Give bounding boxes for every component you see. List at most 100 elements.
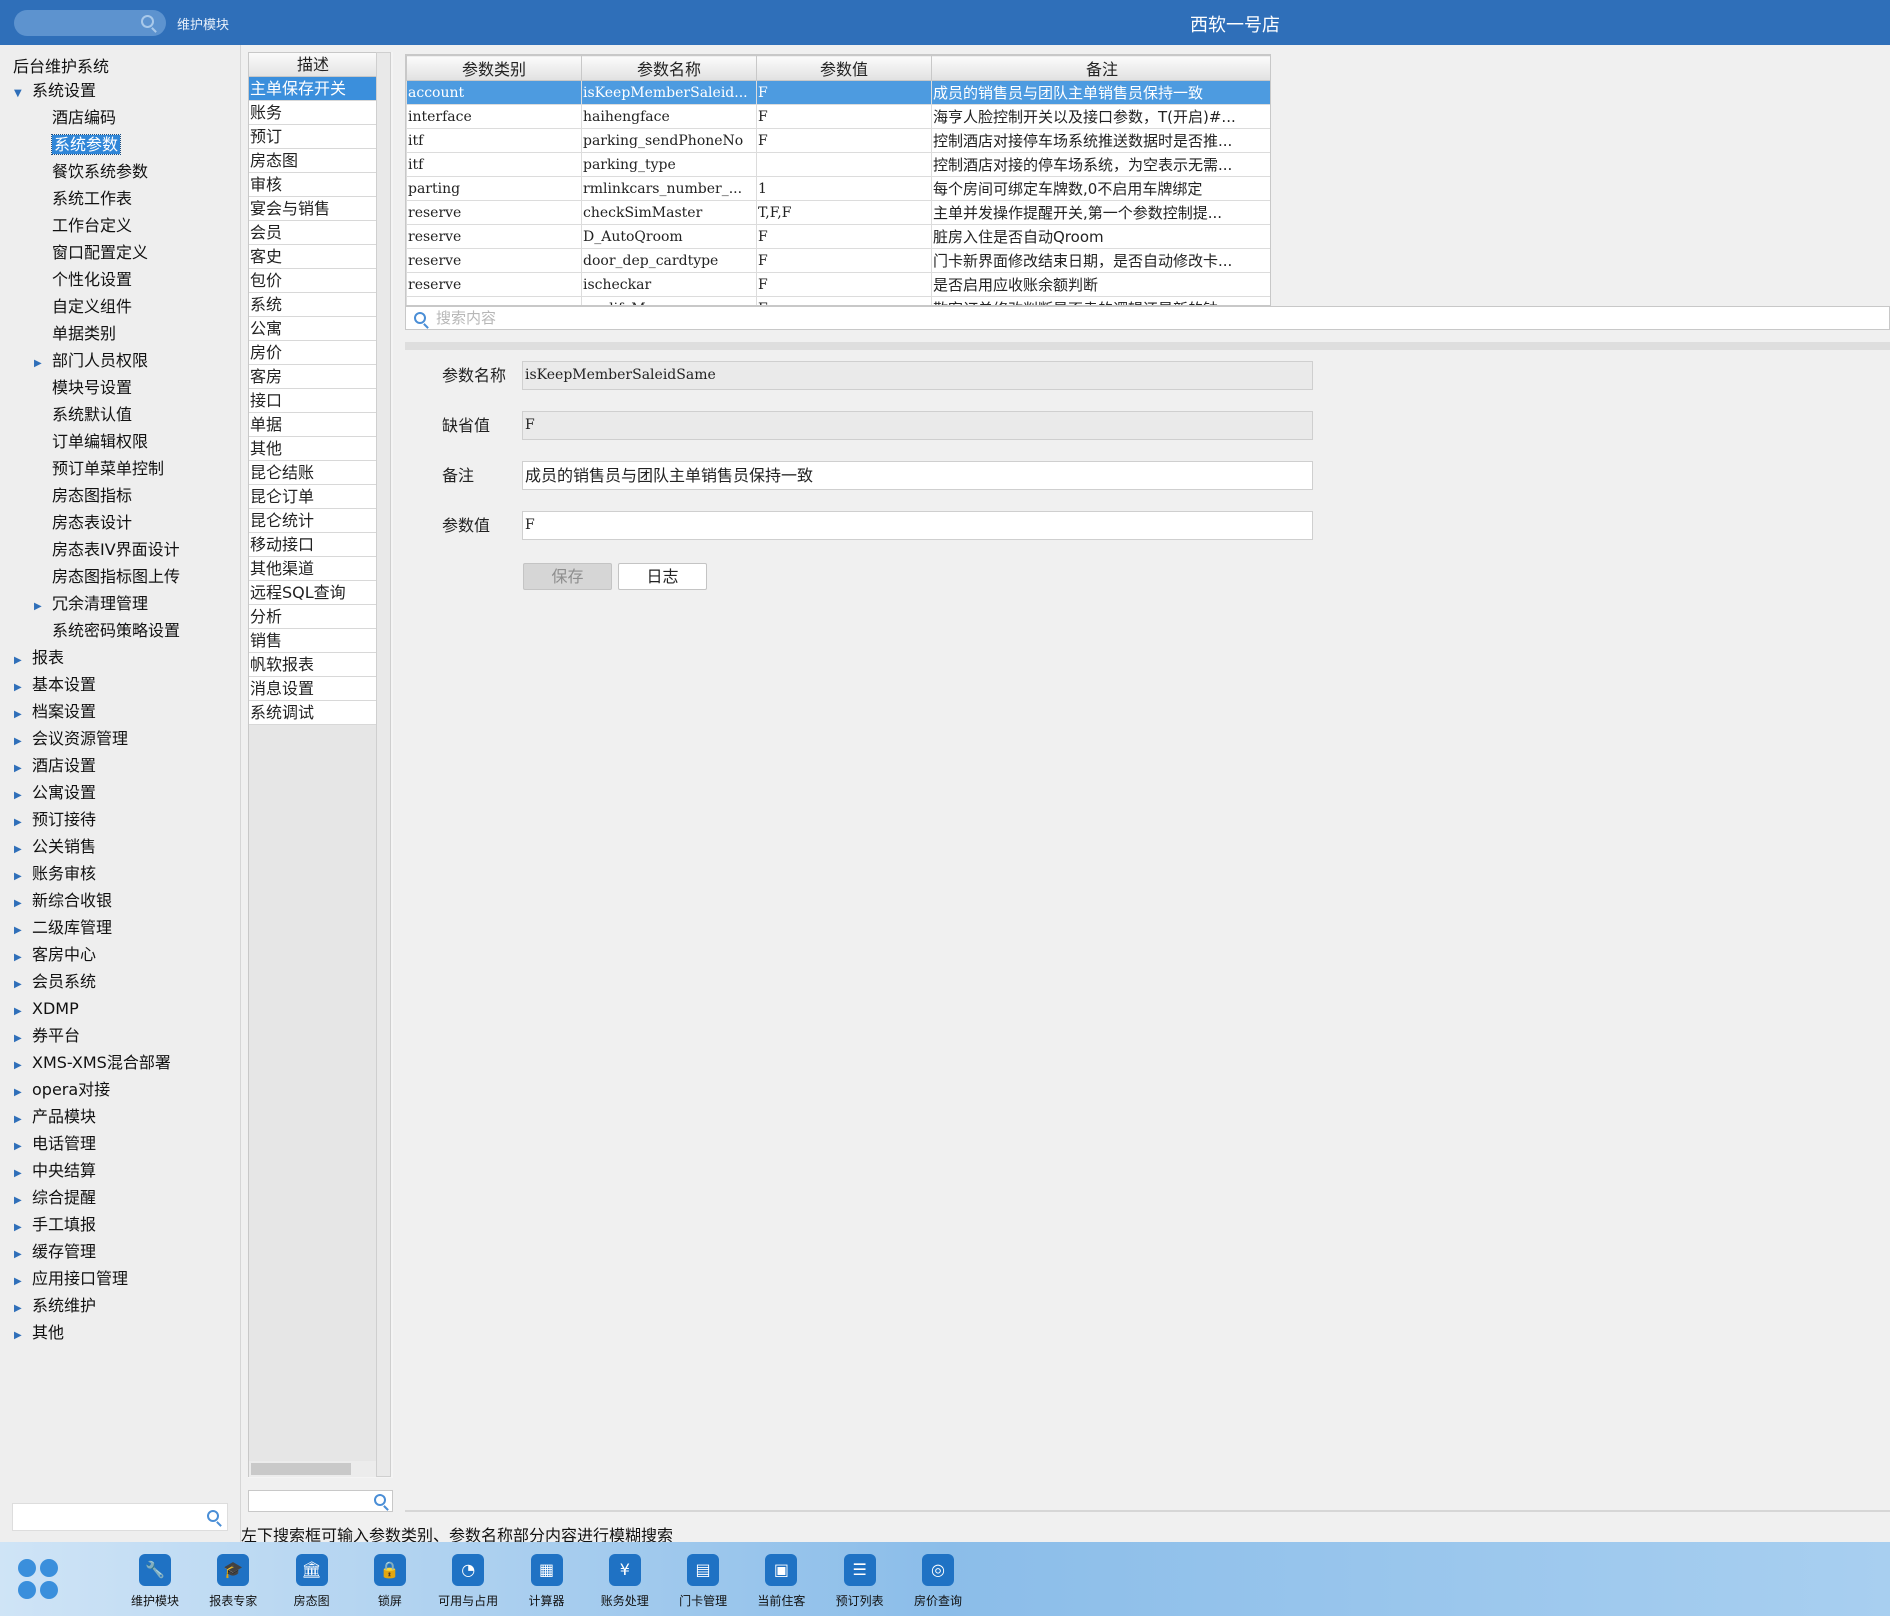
sidebar-item[interactable]: ▶ 系统维护 bbox=[14, 1294, 96, 1318]
sidebar-item[interactable]: ▶ 基本设置 bbox=[14, 673, 96, 697]
sidebar-item[interactable]: ▶ 中央结算 bbox=[14, 1159, 96, 1183]
save-button[interactable]: 保存 bbox=[523, 563, 612, 590]
category-item[interactable]: 销售 bbox=[249, 629, 377, 653]
category-item[interactable]: 远程SQL查询 bbox=[249, 581, 377, 605]
category-item[interactable]: 宴会与销售 bbox=[249, 197, 377, 221]
collapsed-arrow-icon[interactable]: ▶ bbox=[14, 730, 26, 754]
table-row[interactable]: itf parking_type 控制酒店对接的停车场系统，为空表示无需... bbox=[406, 152, 1270, 177]
expanded-arrow-icon[interactable]: ▼ bbox=[14, 82, 26, 106]
category-item[interactable]: 会员 bbox=[249, 221, 377, 245]
category-item[interactable]: 昆仑统计 bbox=[249, 509, 377, 533]
sidebar-item[interactable]: ▶ 综合提醒 bbox=[14, 1186, 96, 1210]
taskbar-item[interactable]: 🎓 报表专家 bbox=[198, 1554, 268, 1609]
category-item[interactable]: 系统调试 bbox=[249, 701, 377, 725]
document-list-icon[interactable]: ☰ bbox=[843, 1554, 876, 1586]
table-row[interactable]: reserve checkSimMaster T,F,F 主单并发操作提醒开关,第一个… bbox=[406, 200, 1270, 225]
table-row[interactable]: reserve door_dep_cardtype F 门卡新界面修改结束日期，是否自… bbox=[406, 248, 1270, 273]
category-item[interactable]: 其他渠道 bbox=[249, 557, 377, 581]
params-search-input[interactable] bbox=[436, 308, 1036, 328]
collapsed-arrow-icon[interactable]: ▶ bbox=[14, 838, 26, 862]
category-item[interactable]: 房态图 bbox=[249, 149, 377, 173]
sidebar-item[interactable]: ▶ 公寓设置 bbox=[14, 781, 96, 805]
sidebar-item[interactable]: ▶ 应用接口管理 bbox=[14, 1267, 128, 1291]
sidebar-item[interactable]: 订单编辑权限 bbox=[34, 430, 148, 454]
sidebar-item[interactable]: 餐饮系统参数 bbox=[34, 160, 148, 184]
taskbar-item[interactable]: ☰ 预订列表 bbox=[825, 1554, 895, 1609]
column-header[interactable]: 参数值 bbox=[756, 55, 932, 81]
collapsed-arrow-icon[interactable]: ▶ bbox=[14, 1135, 26, 1159]
taskbar-item[interactable]: 🔧 维护模块 bbox=[120, 1554, 190, 1609]
collapsed-arrow-icon[interactable]: ▶ bbox=[14, 649, 26, 673]
collapsed-arrow-icon[interactable]: ▶ bbox=[14, 1081, 26, 1105]
collapsed-arrow-icon[interactable]: ▶ bbox=[34, 595, 46, 619]
taskbar-item[interactable]: ▦ 计算器 bbox=[512, 1554, 582, 1609]
graduation-cap-icon[interactable]: 🎓 bbox=[217, 1554, 250, 1586]
sidebar-item[interactable]: ▶ 会员系统 bbox=[14, 970, 96, 994]
sidebar-item[interactable]: ▶ opera对接 bbox=[14, 1078, 110, 1102]
collapsed-arrow-icon[interactable]: ▶ bbox=[14, 1243, 26, 1267]
remark-field[interactable]: 成员的销售员与团队主单销售员保持一致 bbox=[522, 461, 1313, 490]
sidebar-item[interactable]: 系统默认值 bbox=[34, 403, 132, 427]
panel-divider[interactable] bbox=[405, 342, 1890, 350]
collapsed-arrow-icon[interactable]: ▶ bbox=[34, 352, 46, 376]
wrench-icon[interactable]: 🔧 bbox=[139, 1554, 171, 1586]
sidebar-item[interactable]: ▶ 档案设置 bbox=[14, 700, 96, 724]
collapsed-arrow-icon[interactable]: ▶ bbox=[14, 1324, 26, 1348]
coins-icon[interactable]: ◎ bbox=[922, 1554, 954, 1586]
taskbar-item[interactable]: ▤ 门卡管理 bbox=[668, 1554, 738, 1609]
collapsed-arrow-icon[interactable]: ▶ bbox=[14, 1054, 26, 1078]
money-bag-icon[interactable]: ¥ bbox=[608, 1554, 641, 1586]
taskbar-item[interactable]: 🏛 房态图 bbox=[277, 1554, 347, 1609]
sidebar-item[interactable]: ▶ 预订接待 bbox=[14, 808, 96, 832]
category-item[interactable]: 昆仑订单 bbox=[249, 485, 377, 509]
sidebar-search-input[interactable] bbox=[12, 1503, 228, 1531]
sidebar-item[interactable]: ▶ 电话管理 bbox=[14, 1132, 96, 1156]
sidebar-item[interactable]: ▼ 系统设置 bbox=[14, 79, 96, 103]
category-item[interactable]: 分析 bbox=[249, 605, 377, 629]
collapsed-arrow-icon[interactable]: ▶ bbox=[14, 865, 26, 889]
table-row[interactable]: reservemodifyM...F散客订单修改判断是否走的逻辑还是新的钟... bbox=[406, 296, 1270, 305]
sidebar-root[interactable]: 后台维护系统 bbox=[13, 55, 109, 79]
category-vertical-scrollbar[interactable] bbox=[376, 52, 391, 1477]
collapsed-arrow-icon[interactable]: ▶ bbox=[14, 784, 26, 808]
search-icon[interactable] bbox=[207, 1510, 219, 1522]
sidebar-item[interactable]: ▶ XMS-XMS混合部署 bbox=[14, 1051, 171, 1075]
id-card-icon[interactable]: ▣ bbox=[765, 1554, 798, 1586]
pie-chart-icon[interactable]: ◔ bbox=[452, 1554, 485, 1586]
sidebar-item[interactable]: ▶ 冗余清理管理 bbox=[34, 592, 148, 616]
category-item[interactable]: 公寓 bbox=[249, 317, 377, 341]
sidebar-item[interactable]: 系统工作表 bbox=[34, 187, 132, 211]
sidebar-item[interactable]: ▶ 手工填报 bbox=[14, 1213, 96, 1237]
collapsed-arrow-icon[interactable]: ▶ bbox=[14, 1189, 26, 1213]
collapsed-arrow-icon[interactable]: ▶ bbox=[14, 919, 26, 943]
table-row[interactable]: itf parking_sendPhoneNo F 控制酒店对接停车场系统推送数据时是… bbox=[406, 128, 1270, 153]
search-icon[interactable] bbox=[141, 15, 154, 28]
lock-icon[interactable]: 🔒 bbox=[373, 1554, 406, 1586]
collapsed-arrow-icon[interactable]: ▶ bbox=[14, 1027, 26, 1051]
scrollbar-thumb[interactable] bbox=[251, 1463, 351, 1475]
category-item[interactable]: 预订 bbox=[249, 125, 377, 149]
column-header[interactable]: 备注 bbox=[931, 55, 1270, 81]
sidebar-item[interactable]: 房态图指标图上传 bbox=[34, 565, 180, 589]
sidebar-item[interactable]: ▶ 会议资源管理 bbox=[14, 727, 128, 751]
sidebar-item[interactable]: 窗口配置定义 bbox=[34, 241, 148, 265]
sidebar-item[interactable]: 模块号设置 bbox=[34, 376, 132, 400]
sidebar-item[interactable]: 系统密码策略设置 bbox=[34, 619, 180, 643]
category-item[interactable]: 单据 bbox=[249, 413, 377, 437]
collapsed-arrow-icon[interactable]: ▶ bbox=[14, 811, 26, 835]
collapsed-arrow-icon[interactable]: ▶ bbox=[14, 676, 26, 700]
sidebar-item[interactable]: ▶ 账务审核 bbox=[14, 862, 96, 886]
search-icon[interactable] bbox=[414, 312, 426, 324]
column-header[interactable]: 参数类别 bbox=[406, 55, 582, 81]
sidebar-item[interactable]: ▶ 缓存管理 bbox=[14, 1240, 96, 1264]
log-button[interactable]: 日志 bbox=[618, 563, 707, 590]
category-item[interactable]: 客史 bbox=[249, 245, 377, 269]
taskbar-item[interactable]: ▣ 当前住客 bbox=[746, 1554, 816, 1609]
sidebar-item[interactable]: 个性化设置 bbox=[34, 268, 132, 292]
collapsed-arrow-icon[interactable]: ▶ bbox=[14, 1216, 26, 1240]
table-row[interactable]: account isKeepMemberSaleid... F 成员的销售员与团队主单… bbox=[406, 80, 1270, 105]
sidebar-item[interactable]: ▶ 新综合收银 bbox=[14, 889, 112, 913]
collapsed-arrow-icon[interactable]: ▶ bbox=[14, 1297, 26, 1321]
taskbar-item[interactable]: ◎ 房价查询 bbox=[903, 1554, 973, 1609]
category-item[interactable]: 包价 bbox=[249, 269, 377, 293]
